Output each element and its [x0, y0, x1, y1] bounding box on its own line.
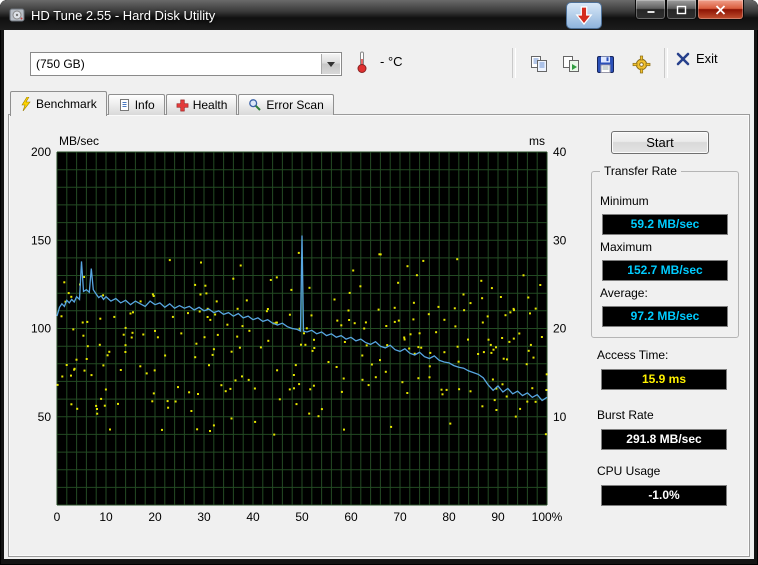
svg-text:60: 60 [344, 510, 358, 524]
tab-bar: Benchmark Info Health Error Scan [10, 90, 335, 116]
svg-text:ms: ms [529, 134, 545, 148]
exit-button[interactable]: Exit [676, 51, 718, 66]
svg-text:70: 70 [393, 510, 407, 524]
tab-info-label: Info [134, 98, 155, 112]
burst-rate-value: 291.8 MB/sec [601, 429, 727, 450]
info-icon [119, 99, 129, 111]
svg-text:30: 30 [553, 233, 567, 247]
burst-rate-label: Burst Rate [597, 408, 654, 422]
svg-text:20: 20 [148, 510, 162, 524]
titlebar: HD Tune 2.55 - Hard Disk Utility [0, 0, 758, 30]
transfer-rate-title: Transfer Rate [600, 164, 681, 178]
window-title: HD Tune 2.55 - Hard Disk Utility [31, 7, 216, 23]
benchmark-panel: MB/sec ms 50 100 150 200 10 20 30 40 0 10 20 30 40 50 60… [8, 114, 750, 557]
app-window: HD Tune 2.55 - Hard Disk Utility (750 GB… [0, 0, 758, 565]
minimum-label: Minimum [600, 194, 649, 208]
svg-text:40: 40 [246, 510, 260, 524]
svg-text:50: 50 [38, 410, 52, 424]
access-time-value: 15.9 ms [601, 369, 727, 390]
start-button[interactable]: Start [611, 131, 709, 154]
app-icon [9, 7, 25, 23]
svg-text:200: 200 [31, 145, 51, 159]
chevron-down-icon[interactable] [321, 54, 340, 74]
maximum-value: 152.7 MB/sec [602, 260, 728, 281]
error-scan-icon [249, 99, 262, 111]
svg-text:0: 0 [54, 510, 61, 524]
toolbar: (750 GB) - °C Exit [4, 30, 754, 90]
svg-text:100: 100 [31, 322, 51, 336]
minimum-value: 59.2 MB/sec [602, 214, 728, 235]
copy-info-icon[interactable] [526, 51, 552, 77]
toolbar-separator [664, 48, 668, 78]
benchmark-icon [21, 97, 31, 111]
tab-info[interactable]: Info [107, 94, 165, 115]
cpu-usage-value: -1.0% [601, 485, 727, 506]
benchmark-chart: MB/sec ms 50 100 150 200 10 20 30 40 0 10 20 30 40 50 60… [31, 134, 567, 524]
tab-error-scan[interactable]: Error Scan [238, 94, 334, 115]
tab-health[interactable]: Health [165, 94, 238, 115]
options-icon[interactable] [628, 51, 654, 77]
exit-x-icon [676, 52, 690, 65]
save-icon[interactable] [592, 51, 618, 77]
svg-text:50: 50 [295, 510, 309, 524]
drive-select[interactable]: (750 GB) [30, 52, 342, 76]
svg-text:150: 150 [31, 233, 51, 247]
average-value: 97.2 MB/sec [602, 306, 728, 327]
results-column: Start Transfer Rate Minimum 59.2 MB/sec … [585, 115, 747, 556]
tab-health-label: Health [192, 98, 228, 112]
download-arrow-icon [566, 2, 602, 29]
window-content: (750 GB) - °C Exit Benchmark Info Health… [4, 30, 754, 559]
transfer-rate-group: Transfer Rate Minimum 59.2 MB/sec Maximu… [591, 164, 739, 338]
copy-screenshot-icon[interactable] [558, 51, 584, 77]
temperature-readout: - °C [380, 54, 403, 69]
svg-text:MB/sec: MB/sec [59, 134, 99, 148]
average-label: Average: [600, 286, 648, 300]
maximize-button[interactable] [666, 0, 697, 20]
close-button[interactable] [697, 0, 744, 20]
svg-text:80: 80 [442, 510, 456, 524]
tab-benchmark[interactable]: Benchmark [10, 91, 107, 116]
svg-text:40: 40 [553, 145, 567, 159]
svg-text:100%: 100% [532, 510, 563, 524]
minimize-button[interactable] [635, 0, 666, 20]
svg-text:20: 20 [553, 322, 567, 336]
svg-text:30: 30 [197, 510, 211, 524]
exit-label: Exit [696, 51, 718, 66]
svg-text:10: 10 [99, 510, 113, 524]
window-controls [635, 0, 744, 20]
tab-benchmark-label: Benchmark [36, 97, 97, 111]
tab-error-scan-label: Error Scan [266, 98, 324, 112]
svg-text:10: 10 [553, 410, 567, 424]
thermometer-icon [356, 50, 368, 79]
maximum-label: Maximum [600, 240, 653, 254]
cpu-usage-label: CPU Usage [597, 464, 661, 478]
health-icon [176, 99, 189, 111]
svg-text:90: 90 [491, 510, 505, 524]
access-time-label: Access Time: [597, 348, 669, 362]
toolbar-separator [512, 48, 516, 78]
drive-select-value: (750 GB) [36, 57, 85, 71]
